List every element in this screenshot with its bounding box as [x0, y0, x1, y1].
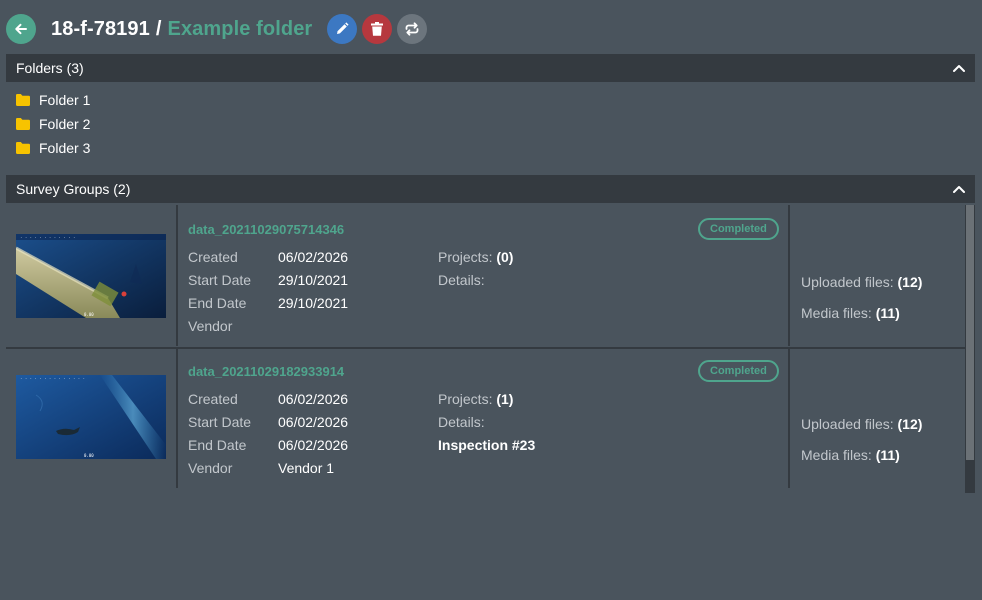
- survey-thumbnail[interactable]: · · · · · · · · · · · · · · 0.00: [16, 375, 166, 459]
- projects-field: Projects: (1): [438, 391, 513, 407]
- uploaded-files-count: (12): [897, 274, 923, 290]
- sync-button[interactable]: [397, 14, 428, 44]
- uploaded-files-count: (12): [897, 416, 923, 432]
- repeat-icon: [405, 22, 419, 36]
- uploaded-files: Uploaded files: (12): [801, 416, 922, 432]
- edit-button[interactable]: [327, 14, 358, 44]
- title-separator: /: [155, 17, 162, 40]
- scrollbar-thumb[interactable]: [966, 205, 974, 460]
- vendor-label: Vendor: [188, 460, 233, 476]
- survey-groups-section-title: Survey Groups (2): [16, 181, 131, 197]
- survey-group-list: · · · · · · · · · · · · 0.00 data_202110…: [6, 205, 975, 493]
- folder-item[interactable]: Folder 1: [16, 88, 90, 112]
- column-divider: [788, 205, 790, 346]
- survey-thumbnail[interactable]: · · · · · · · · · · · · 0.00: [16, 234, 166, 318]
- chevron-up-icon[interactable]: [953, 64, 965, 72]
- folder-icon: [16, 94, 30, 106]
- projects-label: Projects:: [438, 391, 493, 407]
- media-files-count: (11): [875, 305, 900, 321]
- projects-count: (1): [496, 391, 514, 407]
- created-label: Created: [188, 391, 238, 407]
- folder-list: Folder 1 Folder 2 Folder 3: [16, 88, 90, 160]
- status-badge: Completed: [698, 218, 779, 240]
- projects-count: (0): [496, 249, 514, 265]
- survey-group-info: data_20211029075714346 Completed Created…: [188, 205, 788, 346]
- folder-label: Folder 2: [39, 116, 91, 132]
- delete-button[interactable]: [362, 14, 393, 44]
- arrow-left-icon: [15, 23, 27, 35]
- media-files-count: (11): [875, 447, 900, 463]
- survey-group-name[interactable]: data_20211029182933914: [188, 364, 344, 379]
- folder-icon: [16, 142, 30, 154]
- survey-group-row: · · · · · · · · · · · · · · 0.00 data_20…: [6, 347, 965, 488]
- svg-text:· · · · · · · · · · · · · ·: · · · · · · · · · · · · · ·: [20, 376, 85, 381]
- svg-text:· · · · · · · · · · · ·: · · · · · · · · · · · ·: [20, 235, 75, 240]
- back-button[interactable]: [6, 14, 36, 44]
- end-date-label: End Date: [188, 295, 247, 311]
- column-divider: [788, 349, 790, 488]
- media-files: Media files: (11): [801, 447, 900, 463]
- scrollbar[interactable]: [965, 205, 975, 493]
- folder-name: Example folder: [167, 17, 313, 40]
- projects-label: Projects:: [438, 249, 493, 265]
- media-files-label: Media files:: [801, 447, 872, 463]
- page-header: 18-f-78191/Example folder: [6, 14, 428, 44]
- folders-section-title: Folders (3): [16, 60, 84, 76]
- details-label: Details:: [438, 272, 485, 288]
- trash-icon: [371, 22, 384, 36]
- media-files-label: Media files:: [801, 305, 872, 321]
- created-label: Created: [188, 249, 238, 265]
- folder-item[interactable]: Folder 3: [16, 136, 90, 160]
- status-badge: Completed: [698, 360, 779, 382]
- survey-groups-section-header[interactable]: Survey Groups (2): [6, 175, 975, 203]
- survey-group-info: data_20211029182933914 Completed Created…: [188, 349, 788, 488]
- details-label: Details:: [438, 414, 485, 430]
- svg-text:0.00: 0.00: [84, 453, 94, 458]
- page-title: 18-f-78191/Example folder: [51, 18, 312, 41]
- folder-label: Folder 1: [39, 92, 91, 108]
- folder-label: Folder 3: [39, 140, 91, 156]
- end-date-label: End Date: [188, 437, 247, 453]
- column-divider: [176, 205, 178, 346]
- folder-code: 18-f-78191: [51, 17, 150, 40]
- folder-item[interactable]: Folder 2: [16, 112, 90, 136]
- end-date-value: 06/02/2026: [278, 437, 349, 453]
- end-date-value: 29/10/2021: [278, 295, 349, 311]
- start-date-value: 29/10/2021: [278, 272, 349, 288]
- details-value: Inspection #23: [438, 437, 536, 453]
- uploaded-files-label: Uploaded files:: [801, 416, 894, 432]
- uploaded-files-label: Uploaded files:: [801, 274, 894, 290]
- chevron-up-icon[interactable]: [953, 185, 965, 193]
- media-files: Media files: (11): [801, 305, 900, 321]
- pencil-icon: [337, 22, 349, 34]
- folder-icon: [16, 118, 30, 130]
- start-date-value: 06/02/2026: [278, 414, 349, 430]
- start-date-label: Start Date: [188, 272, 252, 288]
- created-value: 06/02/2026: [278, 391, 349, 407]
- survey-group-row: · · · · · · · · · · · · 0.00 data_202110…: [6, 205, 965, 346]
- svg-text:0.00: 0.00: [84, 312, 94, 317]
- projects-field: Projects: (0): [438, 249, 513, 265]
- column-divider: [176, 349, 178, 488]
- uploaded-files: Uploaded files: (12): [801, 274, 922, 290]
- start-date-label: Start Date: [188, 414, 252, 430]
- survey-group-name[interactable]: data_20211029075714346: [188, 222, 344, 237]
- folder-actions: [327, 14, 428, 44]
- vendor-label: Vendor: [188, 318, 233, 334]
- folders-section-header[interactable]: Folders (3): [6, 54, 975, 82]
- vendor-value: Vendor 1: [278, 460, 335, 476]
- created-value: 06/02/2026: [278, 249, 349, 265]
